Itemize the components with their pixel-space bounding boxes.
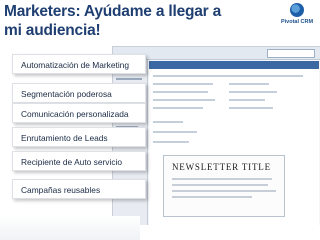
- logo-mark-icon: [290, 3, 304, 17]
- logo-text: Pivotal CRM: [280, 19, 314, 25]
- feature-reusable-campaigns: Campañas reusables: [12, 179, 146, 199]
- feature-personalized-communication: Comunicación personalizada: [12, 103, 146, 123]
- feature-marketing-automation: Automatización de Marketing: [12, 54, 146, 74]
- screenshot-panel-header: [149, 61, 319, 69]
- feature-lead-routing: Enrutamiento de Leads: [12, 127, 146, 147]
- pivotal-logo: Pivotal CRM: [276, 3, 318, 31]
- newsletter-title: NEWSLETTER TITLE: [172, 162, 271, 172]
- feature-segmentation: Segmentación poderosa: [12, 83, 146, 103]
- bottom-stripe: [0, 216, 140, 240]
- slide-title: Marketers: Ayúdame a llegar a mi audienc…: [4, 3, 222, 39]
- screenshot-search-box: [267, 49, 315, 58]
- feature-self-service: Recipiente de Auto servicio: [12, 151, 146, 171]
- newsletter-preview: NEWSLETTER TITLE: [163, 155, 285, 217]
